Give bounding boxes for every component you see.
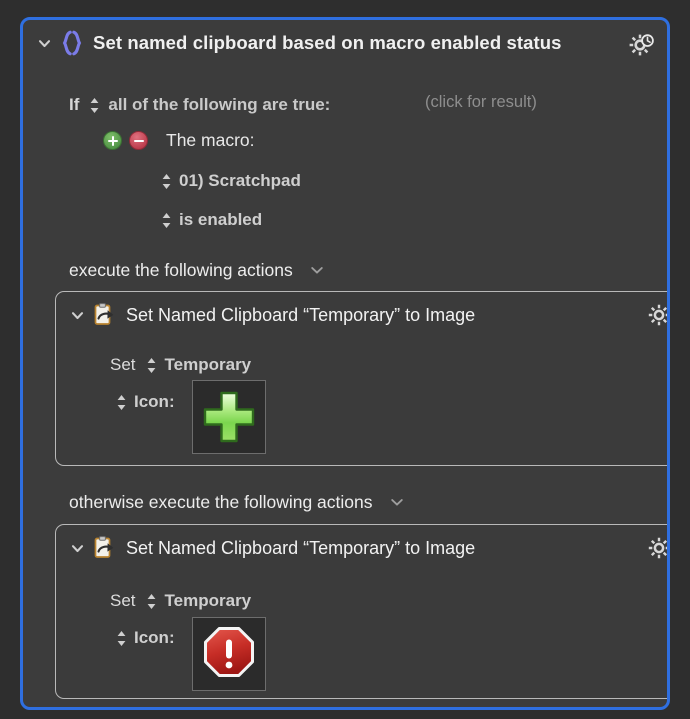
then-icon-row: Icon:: [114, 392, 175, 416]
click-for-result-link[interactable]: (click for result): [425, 93, 537, 112]
if-action-title: Set named clipboard based on macro enabl…: [93, 32, 562, 53]
else-action-title-row: Set Named Clipboard “Temporary” to Image: [56, 525, 667, 571]
gear-icon[interactable]: [647, 536, 667, 560]
else-image-well[interactable]: [192, 617, 266, 691]
then-icon-label[interactable]: Icon:: [134, 392, 175, 412]
else-icon-label[interactable]: Icon:: [134, 628, 175, 648]
condition-type-label: The macro:: [166, 130, 255, 150]
chevron-updown-icon[interactable]: [159, 210, 174, 230]
else-action-card[interactable]: Set Named Clipboard “Temporary” to Image: [55, 524, 667, 699]
chevron-down-icon[interactable]: [389, 494, 405, 510]
green-plus-image: [202, 390, 256, 444]
then-actions-label: execute the following actions: [69, 259, 293, 280]
set-label: Set: [110, 355, 136, 374]
then-action-title-row: Set Named Clipboard “Temporary” to Image: [56, 292, 667, 338]
chevron-updown-icon[interactable]: [87, 95, 102, 115]
gear-clock-icon[interactable]: [627, 32, 655, 60]
then-actions-label-row: execute the following actions: [69, 257, 325, 283]
if-action-title-row: Set named clipboard based on macro enabl…: [23, 20, 667, 66]
else-actions-label: otherwise execute the following actions: [69, 491, 373, 512]
condition-macro-state[interactable]: is enabled: [179, 210, 262, 230]
condition-macro-name[interactable]: 01) Scratchpad: [179, 171, 301, 191]
else-clipboard-name[interactable]: Temporary: [165, 591, 252, 611]
set-label: Set: [110, 591, 136, 610]
chevron-updown-icon[interactable]: [144, 591, 159, 611]
chevron-down-icon[interactable]: [64, 535, 90, 561]
if-then-else-action-card[interactable]: Set named clipboard based on macro enabl…: [20, 17, 670, 710]
then-clipboard-name[interactable]: Temporary: [165, 355, 252, 375]
if-label: If: [69, 95, 80, 114]
chevron-down-icon[interactable]: [309, 262, 325, 278]
then-action-title: Set Named Clipboard “Temporary” to Image: [126, 304, 476, 325]
then-image-well[interactable]: [192, 380, 266, 454]
condition-state-selector[interactable]: is enabled: [159, 208, 262, 232]
else-set-clipboard-row: Set Temporary: [110, 589, 251, 613]
plus-circle-icon[interactable]: [103, 131, 122, 150]
curly-braces-icon: [59, 29, 85, 57]
condition-add-remove-group: [103, 131, 155, 150]
clipboard-arrow-icon: [92, 302, 118, 328]
minus-circle-icon[interactable]: [129, 131, 148, 150]
else-action-title: Set Named Clipboard “Temporary” to Image: [126, 537, 476, 558]
then-set-clipboard-row: Set Temporary: [110, 353, 251, 377]
condition-match-row: If all of the following are true:: [69, 91, 330, 119]
chevron-down-icon[interactable]: [64, 302, 90, 328]
else-actions-label-row: otherwise execute the following actions: [69, 489, 405, 515]
chevron-updown-icon[interactable]: [144, 355, 159, 375]
condition-match-selector[interactable]: all of the following are true:: [108, 95, 330, 115]
condition-macro-selector[interactable]: 01) Scratchpad: [159, 169, 301, 193]
chevron-updown-icon[interactable]: [114, 628, 129, 648]
else-icon-row: Icon:: [114, 628, 175, 652]
then-action-card[interactable]: Set Named Clipboard “Temporary” to Image: [55, 291, 667, 466]
chevron-updown-icon[interactable]: [159, 171, 174, 191]
clipboard-arrow-icon: [92, 535, 118, 561]
chevron-down-icon[interactable]: [31, 30, 57, 56]
red-stop-sign-image: [200, 625, 258, 683]
gear-icon[interactable]: [647, 303, 667, 327]
chevron-updown-icon[interactable]: [114, 392, 129, 412]
